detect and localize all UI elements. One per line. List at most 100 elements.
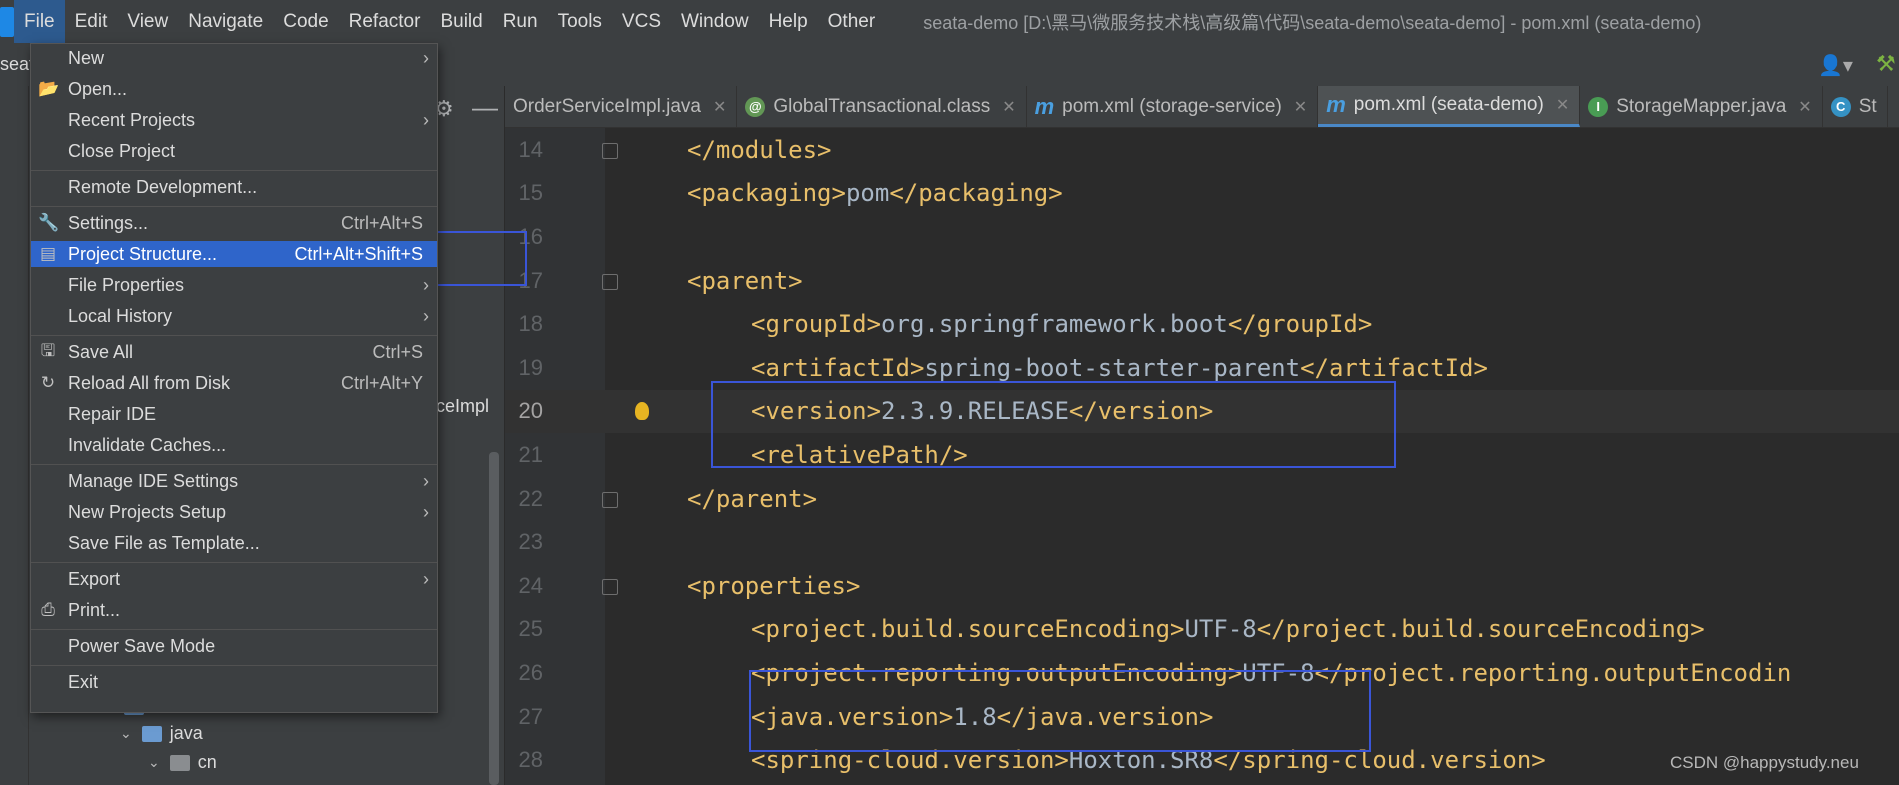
- xml-close-tag: </project.build.sourceEncoding>: [1256, 615, 1705, 644]
- code-line[interactable]: 15 <packaging>pom</packaging>: [505, 172, 1899, 216]
- menu-item-local-history[interactable]: Local History ›: [31, 303, 437, 329]
- menu-item-manage-ide-settings[interactable]: Manage IDE Settings ›: [31, 468, 437, 494]
- menu-help[interactable]: Help: [759, 0, 818, 43]
- menu-item-remote-development[interactable]: Remote Development...: [31, 174, 437, 200]
- menu-item-reload-all-from-disk[interactable]: ↻ Reload All from Disk Ctrl+Alt+Y: [31, 370, 437, 396]
- chevron-down-icon[interactable]: ⌄: [120, 725, 132, 742]
- menu-build[interactable]: Build: [430, 0, 492, 43]
- code-line[interactable]: 16: [505, 215, 1899, 259]
- code-line[interactable]: 25 <project.build.sourceEncoding>UTF-8</p…: [505, 608, 1899, 652]
- tab-storagemapper[interactable]: I StorageMapper.java ✕: [1580, 86, 1823, 127]
- folder-open-icon: 📂: [38, 79, 60, 98]
- code-line[interactable]: 24 <properties>: [505, 564, 1899, 608]
- tab-pom-seata-demo[interactable]: m pom.xml (seata-demo) ✕: [1318, 86, 1581, 127]
- user-account-icon[interactable]: 👤▾: [1818, 53, 1853, 78]
- close-icon[interactable]: ✕: [713, 97, 726, 117]
- fold-marker-icon[interactable]: [602, 578, 618, 595]
- menu-item-power-save-mode[interactable]: Power Save Mode: [31, 633, 437, 659]
- menu-item-invalidate-caches[interactable]: Invalidate Caches...: [31, 432, 437, 458]
- code-text: </parent>: [687, 485, 817, 513]
- line-number: 15: [518, 180, 543, 206]
- menu-item-label: Open...: [68, 78, 128, 99]
- menu-item-repair-ide[interactable]: Repair IDE: [31, 401, 437, 427]
- menu-refactor[interactable]: Refactor: [339, 0, 431, 43]
- menu-item-label: Reload All from Disk: [68, 372, 231, 393]
- menu-item-file-properties[interactable]: File Properties ›: [31, 272, 437, 298]
- menu-item-export[interactable]: Export ›: [31, 566, 437, 592]
- menu-item-save-all[interactable]: 🖫 Save All Ctrl+S: [31, 339, 437, 365]
- code-text: </modules>: [687, 136, 832, 164]
- tree-item-partial[interactable]: ceImpl: [436, 396, 489, 417]
- menu-item-label: Exit: [68, 671, 99, 692]
- tab-orderserviceimpl[interactable]: OrderServiceImpl.java ✕: [505, 86, 738, 127]
- build-hammer-icon[interactable]: ⚒: [1876, 51, 1896, 77]
- line-number: 25: [518, 616, 543, 642]
- menu-item-label: Settings...: [68, 212, 149, 233]
- tab-pom-storage-service[interactable]: m pom.xml (storage-service) ✕: [1027, 86, 1319, 127]
- tool-window-strip: [0, 86, 29, 785]
- code-text: <groupId>org.springframework.boot</group…: [751, 310, 1372, 338]
- xml-tag: <groupId>: [751, 310, 882, 339]
- code-text: <artifactId>spring-boot-starter-parent</…: [751, 354, 1488, 382]
- menu-vcs[interactable]: VCS: [612, 0, 671, 43]
- tab-partial[interactable]: C St: [1823, 86, 1888, 127]
- chevron-right-icon: ›: [423, 47, 429, 68]
- reload-icon: ↻: [40, 373, 56, 392]
- menu-item-label: Remote Development...: [68, 176, 258, 197]
- menu-item-recent-projects[interactable]: Recent Projects ›: [31, 107, 437, 133]
- fold-marker-icon[interactable]: [602, 273, 618, 290]
- menu-tools[interactable]: Tools: [548, 0, 612, 43]
- xml-value: UTF-8: [1184, 615, 1257, 644]
- chevron-right-icon: ›: [423, 109, 429, 130]
- menu-separator: [31, 206, 437, 207]
- line-number: 26: [518, 659, 543, 685]
- menu-item-print[interactable]: ⎙ Print...: [31, 597, 437, 623]
- class-icon: C: [1830, 96, 1851, 117]
- code-line[interactable]: 23: [505, 520, 1899, 564]
- tab-globaltransactional[interactable]: @ GlobalTransactional.class ✕: [737, 86, 1027, 127]
- menu-code[interactable]: Code: [273, 0, 338, 43]
- menu-window[interactable]: Window: [671, 0, 759, 43]
- fold-marker-icon[interactable]: [602, 491, 618, 508]
- menu-item-new-projects-setup[interactable]: New Projects Setup ›: [31, 499, 437, 525]
- code-line[interactable]: 14 </modules>: [505, 128, 1899, 172]
- line-number: 19: [518, 354, 543, 380]
- fold-marker-icon[interactable]: [602, 142, 618, 159]
- menu-other[interactable]: Other: [818, 0, 886, 43]
- menu-item-save-file-as-template[interactable]: Save File as Template...: [31, 530, 437, 556]
- xml-tag: <packaging>: [687, 179, 846, 208]
- menu-item-shortcut: Ctrl+Alt+Shift+S: [294, 243, 423, 264]
- tree-item-cn[interactable]: ⌄ cn: [148, 752, 217, 773]
- menu-item-settings[interactable]: 🔧 Settings... Ctrl+Alt+S: [31, 210, 437, 236]
- menu-item-label: Local History: [68, 305, 173, 326]
- menu-item-project-structure[interactable]: ▤ Project Structure... Ctrl+Alt+Shift+S: [31, 241, 437, 267]
- close-icon[interactable]: ✕: [1798, 97, 1811, 117]
- menu-navigate[interactable]: Navigate: [178, 0, 273, 43]
- code-line[interactable]: 22 </parent>: [505, 477, 1899, 521]
- line-number: 21: [518, 441, 543, 467]
- menu-run[interactable]: Run: [493, 0, 548, 43]
- line-number: 14: [518, 136, 543, 162]
- menu-item-new[interactable]: New ›: [31, 45, 437, 71]
- close-icon[interactable]: ✕: [1294, 97, 1307, 117]
- intention-bulb-icon[interactable]: [635, 402, 649, 421]
- xml-tag: <project.build.sourceEncoding>: [751, 615, 1185, 644]
- hide-panel-icon[interactable]: —: [472, 92, 498, 123]
- tab-label: pom.xml (seata-demo): [1353, 94, 1544, 115]
- line-number: 28: [518, 747, 543, 773]
- code-line[interactable]: 17 <parent>: [505, 259, 1899, 303]
- menu-item-open[interactable]: 📂 Open...: [31, 76, 437, 102]
- menu-item-close-project[interactable]: Close Project: [31, 138, 437, 164]
- maven-icon: m: [1326, 92, 1346, 117]
- menu-item-exit[interactable]: Exit: [31, 669, 437, 695]
- xml-tag: </parent>: [687, 484, 818, 513]
- tree-item-java[interactable]: ⌄ java: [120, 723, 203, 744]
- panel-scrollbar[interactable]: [489, 452, 499, 785]
- menu-edit[interactable]: Edit: [65, 0, 118, 43]
- close-icon[interactable]: ✕: [1556, 95, 1569, 115]
- menu-view[interactable]: View: [117, 0, 178, 43]
- menu-file[interactable]: File: [14, 0, 65, 43]
- close-icon[interactable]: ✕: [1002, 97, 1015, 117]
- chevron-down-icon[interactable]: ⌄: [148, 754, 160, 771]
- code-line[interactable]: 18 <groupId>org.springframework.boot</gro…: [505, 302, 1899, 346]
